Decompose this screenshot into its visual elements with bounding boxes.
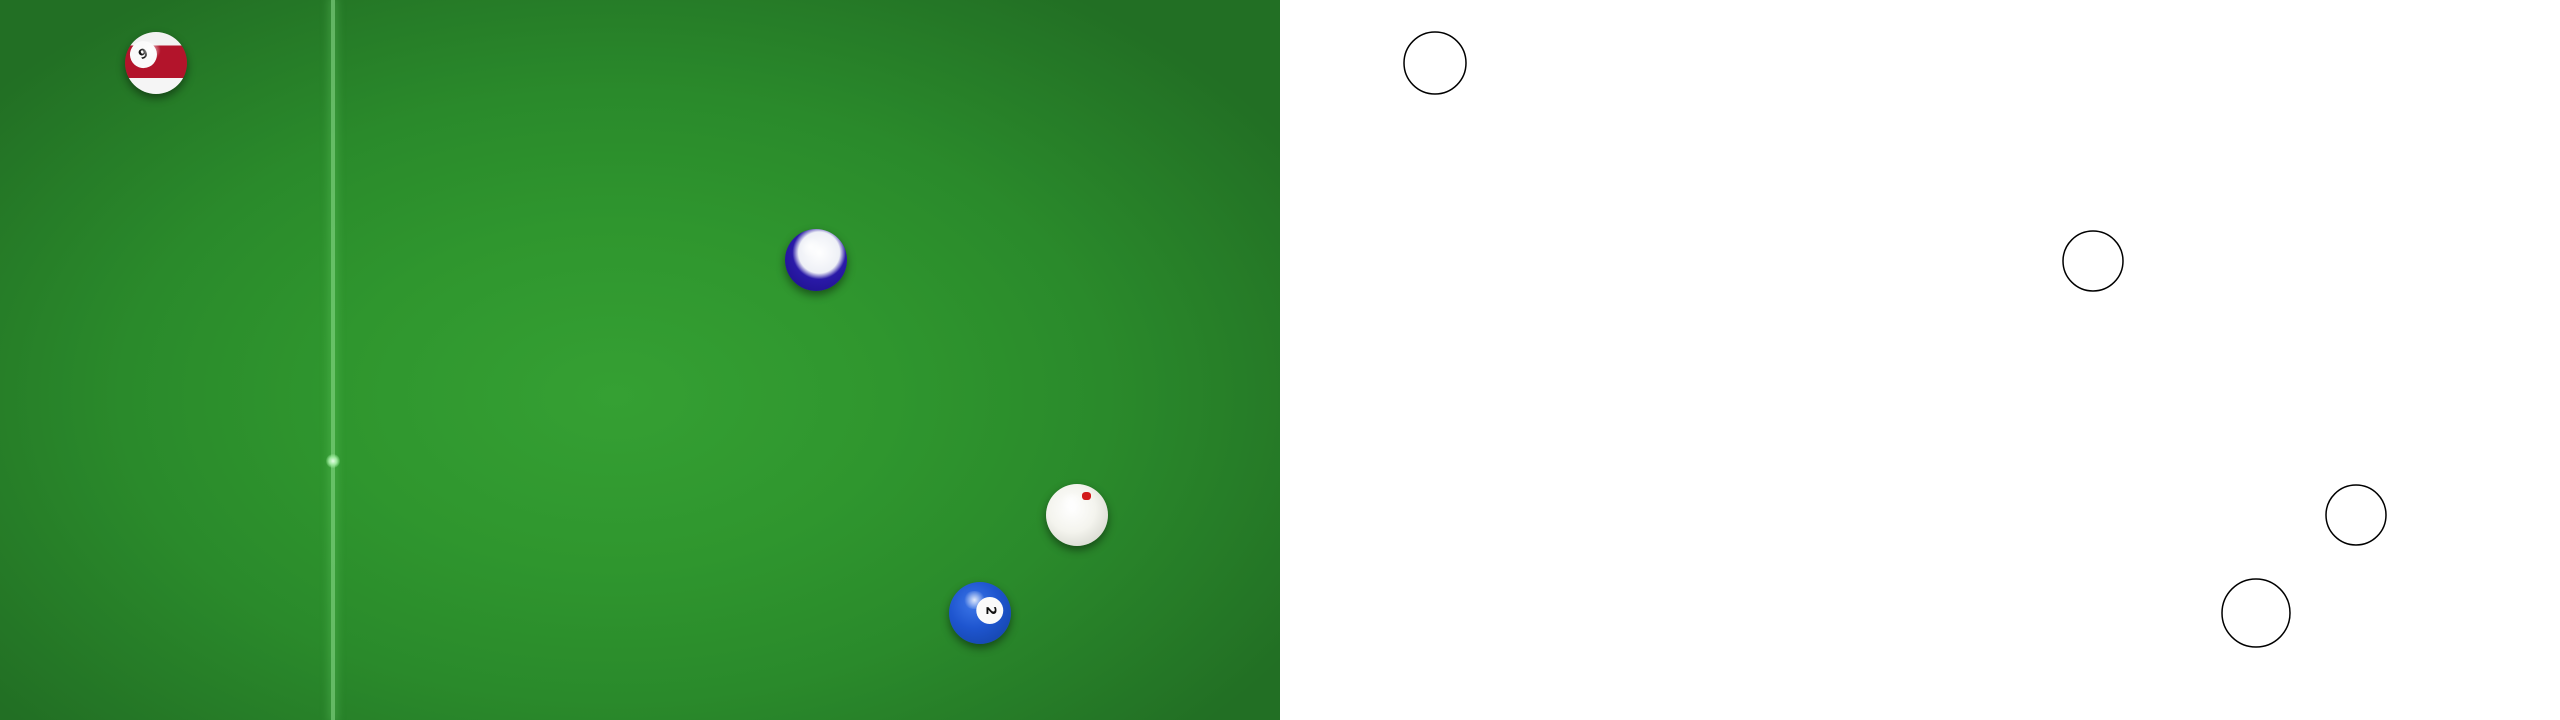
head-spot-marker bbox=[326, 454, 340, 468]
cue-ball[interactable] bbox=[1046, 484, 1108, 546]
outline-ball-solid-blue bbox=[2221, 578, 2291, 648]
game-screen: 9 2 bbox=[0, 0, 2560, 720]
ball-solid-blue[interactable]: 2 bbox=[949, 582, 1011, 644]
ball-stripe-blue[interactable] bbox=[785, 229, 847, 291]
pool-table-felt[interactable]: 9 2 bbox=[0, 0, 1280, 720]
baulk-line bbox=[331, 0, 335, 720]
outline-ball-stripe-blue bbox=[2062, 230, 2124, 292]
ball-highlight bbox=[798, 237, 823, 257]
outline-ball-stripe-red bbox=[1403, 31, 1467, 95]
ball-highlight bbox=[1059, 492, 1084, 512]
ball-stripe-red[interactable]: 9 bbox=[125, 32, 187, 94]
ball-outline-canvas bbox=[1403, 31, 2387, 648]
ball-outline-panel bbox=[1280, 0, 2560, 720]
outline-cue-ball bbox=[2325, 484, 2387, 546]
cue-ball-marker bbox=[1082, 492, 1091, 500]
ball-highlight bbox=[138, 40, 163, 60]
